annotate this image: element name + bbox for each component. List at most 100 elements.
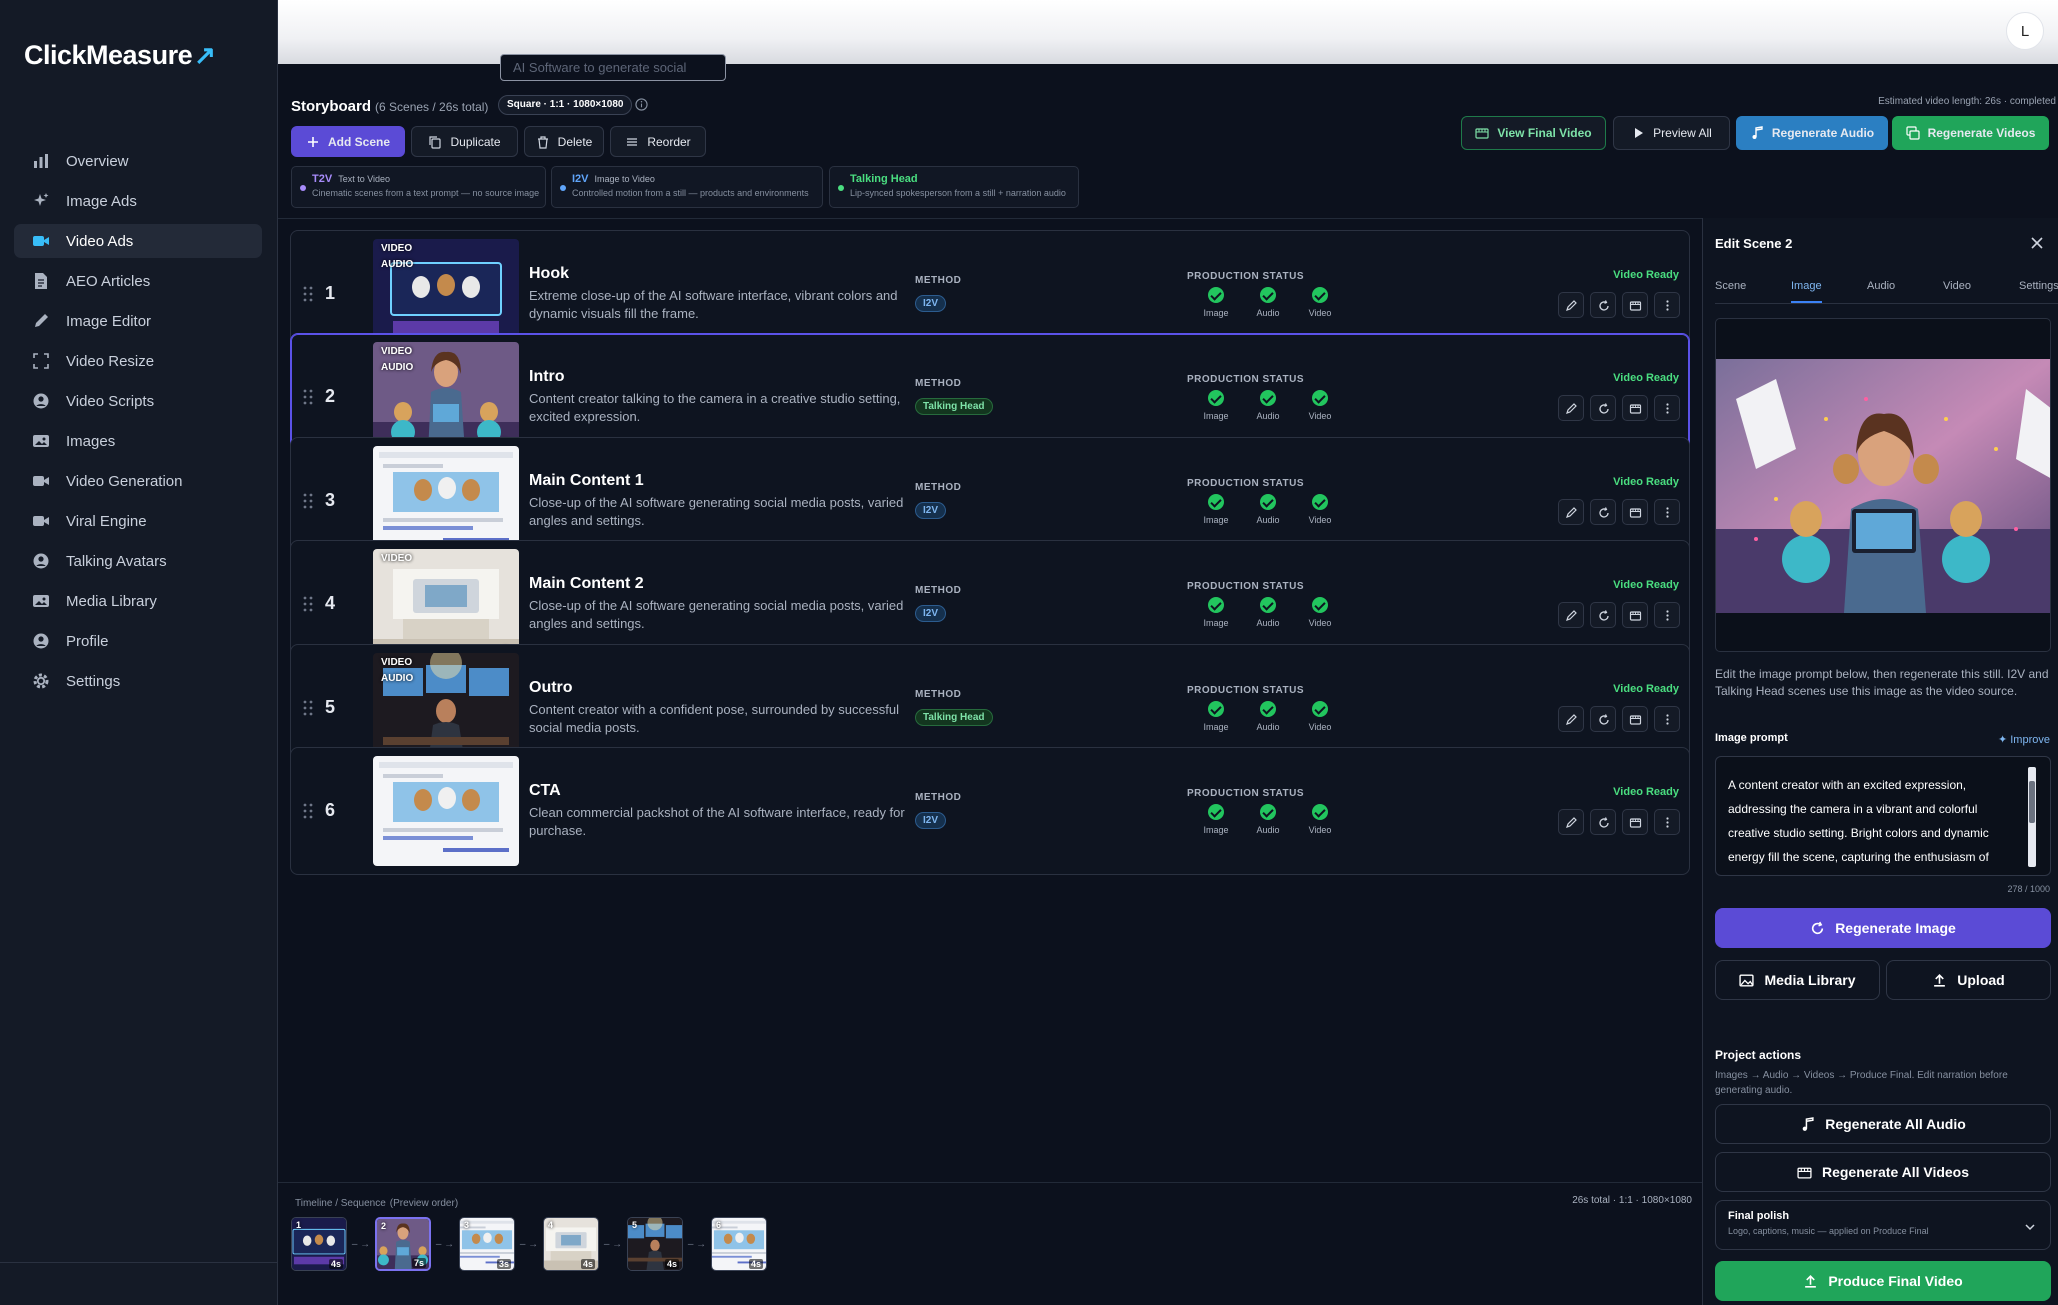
tab-video[interactable]: Video bbox=[1943, 280, 1971, 292]
add-scene-button[interactable]: Add Scene bbox=[291, 126, 405, 157]
method-badge: Talking Head bbox=[915, 709, 993, 726]
more-vertical-button[interactable] bbox=[1654, 706, 1680, 732]
status-label: Video bbox=[1308, 722, 1332, 732]
more-vertical-icon bbox=[1665, 609, 1669, 621]
document-icon bbox=[35, 273, 47, 289]
refresh-button[interactable] bbox=[1590, 292, 1616, 318]
produce-final-video-button[interactable]: Produce Final Video bbox=[1715, 1261, 2051, 1301]
drag-handle-icon[interactable] bbox=[303, 700, 313, 716]
film-button[interactable] bbox=[1622, 292, 1648, 318]
refresh-button[interactable] bbox=[1590, 706, 1616, 732]
more-vertical-button[interactable] bbox=[1654, 292, 1680, 318]
sidebar-item-aeo-articles[interactable]: AEO Articles bbox=[14, 264, 262, 298]
drag-handle-icon[interactable] bbox=[303, 803, 313, 819]
image-prompt-textarea[interactable]: A content creator with an excited expres… bbox=[1715, 756, 2051, 876]
more-vertical-button[interactable] bbox=[1654, 602, 1680, 628]
sidebar-item-overview[interactable]: Overview bbox=[14, 144, 262, 178]
brand-logo[interactable]: ClickMeasure↗ bbox=[24, 40, 216, 71]
more-vertical-icon bbox=[1665, 506, 1669, 518]
edit-button[interactable] bbox=[1558, 499, 1584, 525]
regenerate-image-button[interactable]: Regenerate Image bbox=[1715, 908, 2051, 948]
film-button[interactable] bbox=[1622, 809, 1648, 835]
close-icon[interactable] bbox=[2030, 236, 2044, 250]
production-status: Image Audio Video bbox=[1201, 597, 1335, 628]
edit-button[interactable] bbox=[1558, 395, 1584, 421]
upload-button[interactable]: Upload bbox=[1886, 960, 2051, 1000]
status-label: Video bbox=[1308, 515, 1332, 525]
production-status-label: PRODUCTION STATUS bbox=[1187, 374, 1305, 385]
tab-audio[interactable]: Audio bbox=[1867, 280, 1895, 292]
method-chip-title: T2V Text to Video bbox=[312, 173, 537, 185]
sidebar-item-video-ads[interactable]: Video Ads bbox=[14, 224, 262, 258]
copy-icon bbox=[429, 135, 442, 149]
regenerate-videos-button[interactable]: Regenerate Videos bbox=[1892, 116, 2049, 150]
timeline-thumb[interactable]: 2 7s bbox=[375, 1217, 431, 1271]
user-circle-icon bbox=[33, 553, 49, 569]
upload-icon bbox=[1805, 1274, 1817, 1288]
edit-button[interactable] bbox=[1558, 292, 1584, 318]
duplicate-button[interactable]: Duplicate bbox=[411, 126, 518, 157]
check-circle-icon bbox=[1208, 287, 1224, 303]
drag-handle-icon[interactable] bbox=[303, 389, 313, 405]
sidebar-item-talking-avatars[interactable]: Talking Avatars bbox=[14, 544, 262, 578]
drag-handle-icon[interactable] bbox=[303, 596, 313, 612]
sidebar-item-video-resize[interactable]: Video Resize bbox=[14, 344, 262, 378]
sidebar-item-label: Media Library bbox=[66, 592, 157, 610]
sidebar-item-viral-engine[interactable]: Viral Engine bbox=[14, 504, 262, 538]
view-final-video-button[interactable]: View Final Video bbox=[1461, 116, 1606, 150]
sidebar-item-profile[interactable]: Profile bbox=[14, 624, 262, 658]
user-avatar[interactable]: L bbox=[2006, 12, 2044, 50]
status-label: Image bbox=[1203, 515, 1229, 525]
reorder-button[interactable]: Reorder bbox=[610, 126, 706, 157]
drag-handle-icon[interactable] bbox=[303, 493, 313, 509]
timeline-thumb[interactable]: 4 4s bbox=[543, 1217, 599, 1271]
regenerate-all-audio-button[interactable]: Regenerate All Audio bbox=[1715, 1104, 2051, 1144]
scene-thumbnail[interactable]: VIDEOAUDIO7s bbox=[373, 342, 519, 452]
tab-image[interactable]: Image bbox=[1791, 280, 1822, 303]
sidebar-item-settings[interactable]: Settings bbox=[14, 664, 262, 698]
film-button[interactable] bbox=[1622, 499, 1648, 525]
image-icon bbox=[33, 595, 49, 607]
delete-button[interactable]: Delete bbox=[524, 126, 604, 157]
status-video: Video bbox=[1305, 390, 1335, 421]
timeline-thumb[interactable]: 5 4s bbox=[627, 1217, 683, 1271]
more-vertical-button[interactable] bbox=[1654, 499, 1680, 525]
sidebar-item-image-editor[interactable]: Image Editor bbox=[14, 304, 262, 338]
sidebar-item-image-ads[interactable]: Image Ads bbox=[14, 184, 262, 218]
timeline-thumb[interactable]: 6 4s bbox=[711, 1217, 767, 1271]
timeline-thumb[interactable]: 1 4s bbox=[291, 1217, 347, 1271]
sidebar-item-media-library[interactable]: Media Library bbox=[14, 584, 262, 618]
edit-button[interactable] bbox=[1558, 809, 1584, 835]
refresh-button[interactable] bbox=[1590, 602, 1616, 628]
final-polish-accordion[interactable]: Final polish Logo, captions, music — app… bbox=[1715, 1200, 2051, 1250]
tab-scene[interactable]: Scene bbox=[1715, 280, 1746, 292]
scene-thumbnail[interactable]: VIDEO4s bbox=[373, 549, 519, 659]
preview-all-button[interactable]: Preview All bbox=[1613, 116, 1730, 150]
refresh-button[interactable] bbox=[1590, 395, 1616, 421]
regenerate-audio-button[interactable]: Regenerate Audio bbox=[1736, 116, 1888, 150]
regenerate-all-videos-button[interactable]: Regenerate All Videos bbox=[1715, 1152, 2051, 1192]
tab-settings[interactable]: Settings bbox=[2019, 280, 2058, 292]
scene-thumbnail[interactable] bbox=[373, 756, 519, 866]
refresh-button[interactable] bbox=[1590, 809, 1616, 835]
more-vertical-button[interactable] bbox=[1654, 395, 1680, 421]
refresh-button[interactable] bbox=[1590, 499, 1616, 525]
improve-button[interactable]: ✦ Improve bbox=[1998, 733, 2050, 746]
scene-card[interactable]: 6 CTA Clean commercial packshot of the AI … bbox=[290, 747, 1690, 875]
info-icon[interactable] bbox=[635, 98, 648, 111]
sidebar-item-video-scripts[interactable]: Video Scripts bbox=[14, 384, 262, 418]
film-button[interactable] bbox=[1622, 706, 1648, 732]
textarea-scrollbar[interactable] bbox=[2028, 767, 2036, 867]
sidebar-item-label: Video Ads bbox=[66, 232, 134, 250]
sidebar-item-video-generation[interactable]: Video Generation bbox=[14, 464, 262, 498]
drag-handle-icon[interactable] bbox=[303, 286, 313, 302]
sidebar-item-label: Image Editor bbox=[66, 312, 152, 330]
film-button[interactable] bbox=[1622, 602, 1648, 628]
timeline-thumb[interactable]: 3 3s bbox=[459, 1217, 515, 1271]
more-vertical-button[interactable] bbox=[1654, 809, 1680, 835]
edit-button[interactable] bbox=[1558, 602, 1584, 628]
sidebar-item-images[interactable]: Images bbox=[14, 424, 262, 458]
media-library-button[interactable]: Media Library bbox=[1715, 960, 1880, 1000]
edit-button[interactable] bbox=[1558, 706, 1584, 732]
film-button[interactable] bbox=[1622, 395, 1648, 421]
